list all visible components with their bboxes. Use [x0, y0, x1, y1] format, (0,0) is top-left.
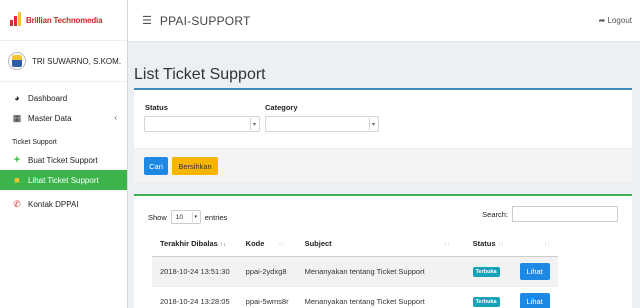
column-label: Kode: [245, 239, 265, 249]
status-select[interactable]: ▾: [144, 116, 260, 132]
logout-link[interactable]: ➦ Logout: [599, 16, 632, 25]
table-search: Search:: [482, 206, 618, 222]
column-header-subject[interactable]: Subject ↑↓: [296, 232, 465, 257]
column-header-status[interactable]: Status ↑↓: [464, 232, 512, 257]
table-row: 2018-10-24 13:28:05 ppai-5wms8r Menanyak…: [152, 285, 558, 308]
sort-icon: ↑↓: [278, 242, 285, 249]
cell-status: Terbuka: [464, 255, 512, 286]
filter-footer: Cari Bersihkan: [134, 148, 632, 182]
top-navbar: ☰ PPAI-SUPPORT ➦ Logout: [128, 0, 640, 42]
user-name: TRI SUWARNO, S.KOM.: [32, 56, 122, 66]
sidebar: Brillian Technomedia TRI SUWARNO, S.KOM.…: [0, 0, 128, 308]
page-length-value: 10: [175, 213, 183, 221]
sidebar-section-label: Ticket Support: [12, 138, 57, 146]
sort-icon: ↑↓: [543, 242, 550, 249]
column-label: Subject: [304, 239, 332, 249]
show-label: Show: [148, 212, 167, 222]
sidebar-item-label: Kontak DPPAI: [28, 199, 79, 209]
cell-status: Terbuka: [464, 285, 512, 308]
sidebar-item-kontak[interactable]: ✆ Kontak DPPAI: [0, 194, 127, 214]
column-label: Terakhir Dibalas: [160, 239, 218, 249]
category-select[interactable]: ▾: [265, 116, 379, 132]
sidebar-item-lihat-ticket[interactable]: ■ Lihat Ticket Support: [0, 170, 127, 190]
sidebar-item-label: Buat Ticket Support: [28, 155, 98, 165]
sidebar-item-label: Lihat Ticket Support: [28, 175, 99, 185]
ticket-icon: ■: [14, 175, 20, 185]
sort-icon: ↑↓: [219, 242, 226, 249]
sort-icon: ↑↓: [443, 242, 450, 249]
status-badge: Terbuka: [472, 296, 500, 307]
sidebar-item-label: Dashboard: [28, 93, 68, 103]
column-header-kode[interactable]: Kode ↑↓: [237, 232, 297, 257]
page-title: List Ticket Support: [134, 66, 266, 83]
view-button[interactable]: Lihat: [519, 262, 550, 280]
filter-box: Status ▾ Category ▾ Cari Bersihkan: [134, 88, 632, 182]
search-input[interactable]: [512, 206, 618, 222]
ticket-table: Terakhir Dibalas ↑↓ Kode ↑↓ Subject ↑↓ Stat…: [152, 232, 558, 308]
clear-button[interactable]: Bersihkan: [172, 157, 218, 175]
dashboard-icon: ◕: [14, 93, 20, 103]
cell-code: ppai-2ydxg8: [237, 255, 297, 286]
search-label: Search:: [482, 209, 508, 219]
plus-icon: +: [13, 154, 21, 166]
column-header-terakhir-dibalas[interactable]: Terakhir Dibalas ↑↓: [152, 232, 238, 257]
cell-action: Lihat: [511, 255, 558, 286]
brand-logo[interactable]: Brillian Technomedia: [0, 0, 127, 40]
page-length-select[interactable]: 10 ▾: [170, 210, 201, 224]
chevron-down-icon: ▾: [191, 212, 199, 222]
cell-action: Lihat: [511, 285, 558, 308]
cell-code: ppai-5wms8r: [237, 285, 297, 308]
sidebar-item-label: Master Data: [28, 113, 72, 123]
chevron-down-icon: ▾: [250, 118, 258, 130]
table-row: 2018-10-24 13:51:30 ppai-2ydxg8 Menanyak…: [152, 255, 558, 286]
chevron-down-icon: ▾: [369, 118, 377, 130]
status-label: Status: [145, 103, 168, 112]
avatar: [8, 52, 26, 70]
category-label: Category: [265, 103, 298, 112]
menu-toggle-icon[interactable]: ☰: [142, 14, 152, 27]
cell-date: 2018-10-24 13:28:05: [152, 285, 238, 308]
logout-label: Logout: [607, 16, 632, 25]
brand-name: Brillian Technomedia: [26, 15, 103, 25]
status-badge: Terbuka: [472, 266, 500, 277]
length-control: Show 10 ▾ entries: [148, 210, 227, 224]
phone-icon: ✆: [13, 198, 21, 209]
column-header-action[interactable]: ↑↓: [511, 232, 558, 257]
logo-icon: [8, 12, 24, 28]
table-box: Show 10 ▾ entries Search: Terakhir Dibal…: [134, 194, 632, 308]
cell-subject: Menanyakan tentang Ticket Support: [296, 285, 465, 308]
search-button[interactable]: Cari: [144, 157, 168, 175]
cell-date: 2018-10-24 13:51:30: [152, 255, 238, 286]
view-button[interactable]: Lihat: [519, 292, 550, 308]
grid-icon: ▦: [12, 112, 22, 123]
column-label: Status: [472, 239, 496, 249]
main-content: List Ticket Support Status ▾ Category ▾ …: [128, 42, 640, 308]
chevron-left-icon: ‹: [114, 113, 117, 122]
entries-label: entries: [204, 212, 228, 222]
sidebar-item-dashboard[interactable]: ◕ Dashboard: [0, 88, 127, 108]
sort-icon: ↑↓: [497, 242, 504, 249]
sidebar-item-buat-ticket[interactable]: + Buat Ticket Support: [0, 150, 127, 170]
app-title: PPAI-SUPPORT: [159, 13, 251, 28]
user-panel: TRI SUWARNO, S.KOM.: [0, 40, 127, 82]
cell-subject: Menanyakan tentang Ticket Support: [296, 255, 465, 286]
sidebar-item-master-data[interactable]: ▦ Master Data ‹: [0, 108, 127, 128]
logout-icon: ➦: [598, 16, 606, 25]
